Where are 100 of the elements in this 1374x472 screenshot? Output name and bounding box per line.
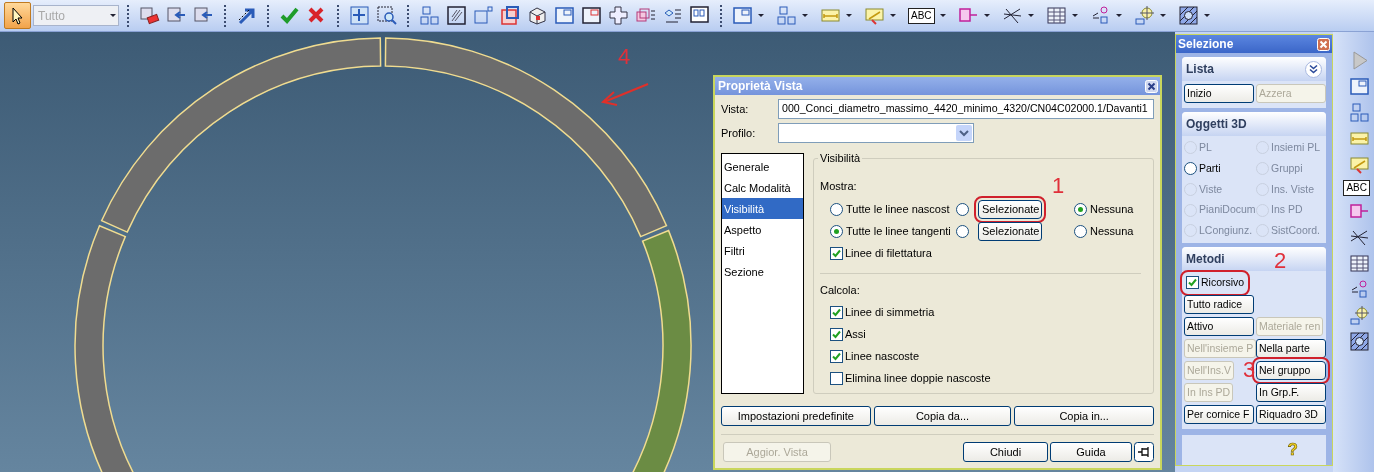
help-button[interactable]: Guida — [1050, 442, 1132, 462]
frame-icon[interactable] — [732, 5, 753, 26]
dimension-icon[interactable] — [1349, 154, 1370, 175]
dialog-button[interactable]: Copia da... — [873, 406, 1012, 426]
page-list-item[interactable]: Sezione — [722, 261, 803, 282]
view-path-field[interactable]: 000_Conci_diametro_massimo_4420_minimo_4320/CN04C02000.1/Davanti1 — [778, 99, 1154, 119]
method-button[interactable]: Per cornice F — [1184, 404, 1254, 424]
dialog-button[interactable]: Copia in... — [1014, 406, 1154, 426]
caret-icon[interactable] — [1159, 14, 1166, 17]
symbol-icon[interactable] — [1349, 279, 1370, 300]
dialog-title: Proprietà Vista — [718, 78, 803, 95]
radio-button[interactable] — [1074, 225, 1087, 238]
page-list-item[interactable]: Generale — [722, 156, 803, 177]
radio-button[interactable] — [956, 203, 969, 216]
checkbox[interactable] — [830, 371, 843, 385]
caret-icon[interactable] — [1115, 14, 1122, 17]
radio-button[interactable] — [830, 225, 843, 238]
list-button[interactable]: Inizio — [1184, 84, 1254, 103]
checkbox-label: Linee nascoste — [845, 348, 919, 364]
option-label: Tutte le linee tangenti — [846, 224, 951, 240]
caret-icon[interactable] — [1027, 14, 1034, 17]
option-label: Ins. Viste — [1271, 181, 1314, 197]
hatch-icon[interactable] — [1177, 5, 1199, 26]
close-button[interactable]: Chiudi — [963, 442, 1048, 462]
checkbox-label: Assi — [845, 326, 866, 342]
view-grid-icon[interactable] — [419, 5, 440, 26]
page-list-item[interactable]: Calc Modalità — [722, 177, 803, 198]
caret-icon[interactable] — [802, 14, 808, 17]
checkbox-label: Linee di simmetria — [845, 304, 935, 320]
radio-button[interactable] — [1184, 162, 1197, 176]
page-list-item[interactable]: Aspetto — [722, 219, 803, 240]
caret-icon[interactable] — [939, 14, 946, 17]
squares-icon[interactable] — [473, 5, 494, 26]
nested-squares-icon[interactable] — [500, 5, 521, 26]
annotation-arrow — [600, 83, 649, 106]
checkbox[interactable] — [1186, 276, 1199, 290]
option-label: Nessuna — [1090, 202, 1134, 218]
section-title: Lista — [1186, 61, 1214, 78]
page-list-item[interactable]: Filtri — [722, 240, 803, 261]
frame-icon[interactable] — [554, 5, 575, 26]
caret-icon[interactable] — [1071, 14, 1078, 17]
checkbox[interactable] — [830, 247, 843, 260]
cross-shape-icon[interactable] — [608, 5, 629, 26]
dimension-icon[interactable] — [864, 5, 885, 26]
checkbox[interactable] — [830, 327, 843, 341]
eraser-frame-icon[interactable] — [139, 5, 160, 26]
target-icon[interactable] — [1349, 305, 1370, 326]
method-button[interactable]: Riquadro 3D — [1256, 404, 1326, 424]
text-style-button[interactable]: ABC — [908, 7, 935, 24]
zoom-area-icon[interactable] — [376, 5, 397, 26]
field-label: Profilo: — [721, 125, 757, 141]
hatched-frame-icon[interactable] — [446, 5, 467, 26]
option-label: Parti — [1199, 160, 1221, 176]
profile-dropdown[interactable] — [778, 123, 974, 143]
caret-icon[interactable] — [846, 14, 852, 17]
section-title: Oggetti 3D — [1186, 116, 1247, 133]
callout-number: 2 — [1274, 249, 1287, 272]
option-label: Insiemi PL — [1271, 140, 1321, 155]
frame-icon[interactable] — [1349, 76, 1370, 97]
ring-segment[interactable] — [384, 37, 668, 238]
field-label: Vista: — [721, 101, 750, 117]
checkbox[interactable] — [830, 305, 843, 319]
text-style-button[interactable]: ABC — [1343, 180, 1370, 196]
radio-button[interactable] — [1074, 203, 1087, 216]
hatch-icon[interactable] — [1349, 331, 1370, 352]
view-grid-icon[interactable] — [1349, 102, 1370, 123]
option-label: Viste — [1199, 181, 1223, 197]
select-button[interactable]: Selezionate — [978, 222, 1042, 241]
checkbox[interactable] — [830, 349, 843, 363]
checkbox-label: Elimina linee doppie nascoste — [845, 370, 991, 386]
cube-icon[interactable] — [527, 5, 548, 26]
radio-button[interactable] — [830, 203, 843, 216]
collapse-icon[interactable] — [1305, 60, 1322, 78]
pin-icon[interactable] — [1134, 442, 1154, 462]
caret-icon[interactable] — [890, 14, 896, 17]
frame-icon[interactable] — [581, 5, 602, 26]
method-button[interactable]: Tutto radice — [1184, 294, 1254, 314]
table-icon[interactable] — [1045, 5, 1067, 26]
check-icon[interactable] — [279, 5, 300, 26]
method-button[interactable]: Attivo — [1184, 316, 1254, 336]
dialog-button[interactable]: Impostazioni predefinite — [721, 406, 871, 426]
ring-segment[interactable] — [100, 37, 382, 233]
callout-number: 1 — [1052, 175, 1065, 197]
section-label: Calcola: — [820, 282, 860, 298]
radio-button[interactable] — [956, 225, 969, 238]
caret-icon[interactable] — [1203, 14, 1210, 17]
section-title: Metodi — [1186, 250, 1225, 268]
checkbox-label: Linee di filettatura — [845, 246, 932, 262]
caret-icon[interactable] — [758, 14, 764, 17]
view-grid-icon[interactable] — [776, 5, 797, 26]
table-icon[interactable] — [1349, 253, 1370, 274]
frame-icon[interactable] — [689, 5, 710, 26]
fit-view-icon[interactable] — [349, 5, 370, 26]
option-label: Nessuna — [1090, 224, 1134, 240]
method-button[interactable]: In Grp.F. — [1256, 382, 1326, 402]
callout-number: 4 — [618, 46, 631, 68]
close-icon[interactable] — [1145, 79, 1158, 93]
caret-icon[interactable] — [983, 14, 990, 17]
method-button[interactable]: Nella parte — [1256, 338, 1326, 358]
page-list-item[interactable]: Visibilità — [722, 198, 803, 219]
